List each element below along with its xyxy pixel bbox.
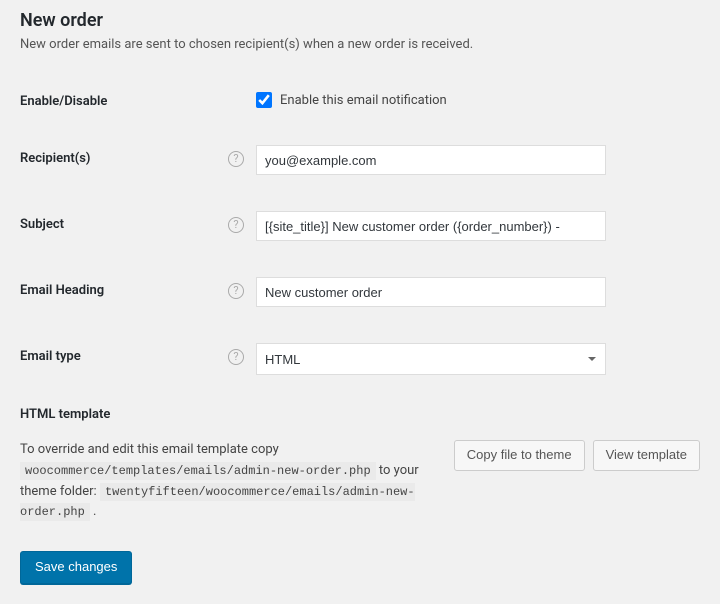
settings-form: Enable/Disable Enable this email notific… <box>20 80 700 403</box>
page-description: New order emails are sent to chosen reci… <box>20 37 700 52</box>
enable-label: Enable/Disable <box>20 80 228 137</box>
email-type-label: Email type <box>20 335 228 403</box>
help-icon[interactable]: ? <box>228 217 244 233</box>
enable-checkbox[interactable] <box>256 92 272 108</box>
help-icon[interactable]: ? <box>228 151 244 167</box>
recipients-input[interactable] <box>256 145 606 175</box>
enable-checkbox-label[interactable]: Enable this email notification <box>280 93 447 108</box>
template-section-title: HTML template <box>20 407 700 422</box>
template-override-text: To override and edit this email template… <box>20 440 442 523</box>
heading-label: Email Heading <box>20 269 228 335</box>
help-icon[interactable]: ? <box>228 283 244 299</box>
view-template-button[interactable]: View template <box>593 440 700 471</box>
copy-file-button[interactable]: Copy file to theme <box>454 440 585 471</box>
email-type-select[interactable]: HTML <box>256 343 606 375</box>
heading-input[interactable] <box>256 277 606 307</box>
recipients-label: Recipient(s) <box>20 137 228 203</box>
subject-input[interactable] <box>256 211 606 241</box>
template-source-path: woocommerce/templates/emails/admin-new-o… <box>20 462 376 480</box>
help-icon[interactable]: ? <box>228 349 244 365</box>
subject-label: Subject <box>20 203 228 269</box>
save-button[interactable]: Save changes <box>20 551 132 584</box>
page-title: New order <box>20 10 700 31</box>
